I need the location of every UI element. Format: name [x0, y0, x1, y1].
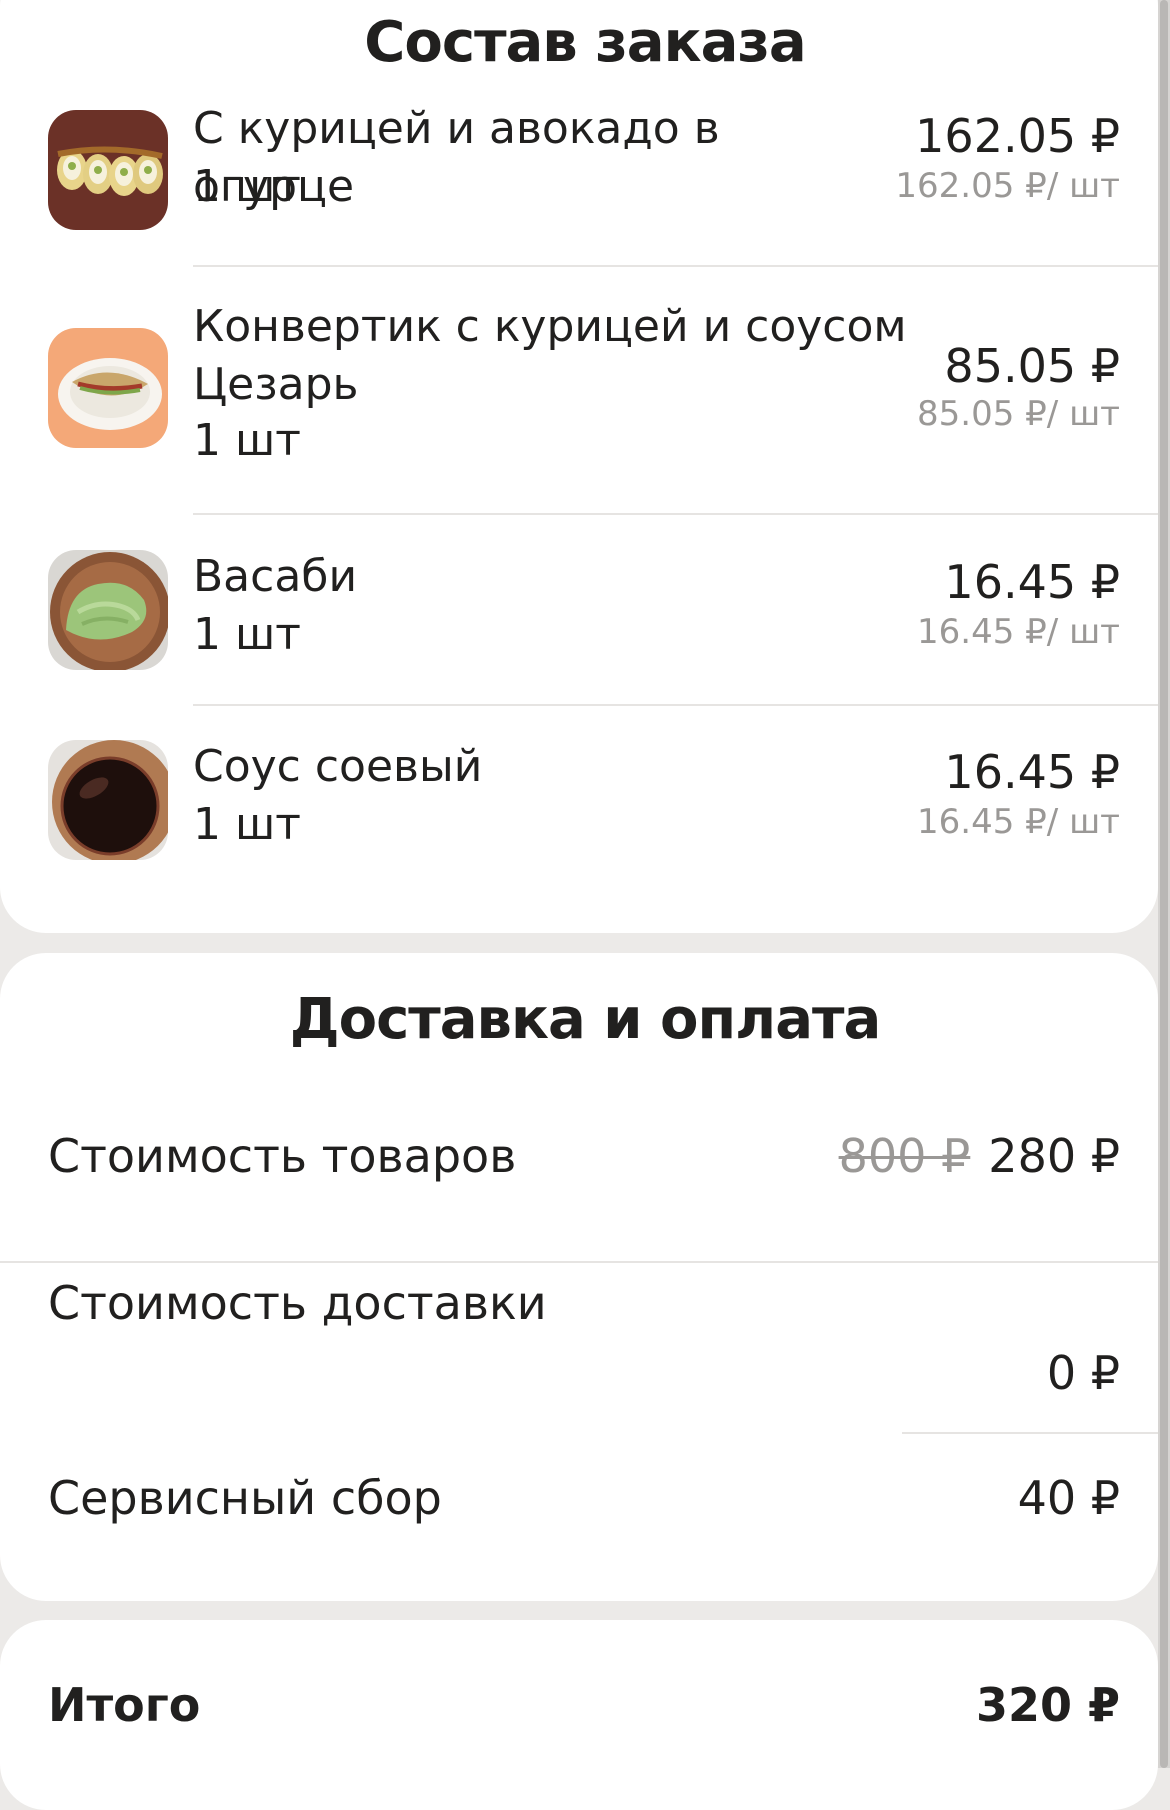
item-unit-price: 85.05 ₽/ шт	[917, 394, 1120, 434]
delivery-payment-title: Доставка и оплата	[289, 987, 881, 1052]
item-unit-price: 162.05 ₽/ шт	[895, 166, 1120, 206]
soy-sauce-bowl-image	[48, 740, 168, 860]
order-item[interactable]: С курицей и авокадо в огурце 1 шт 162.05…	[0, 103, 1158, 265]
item-total-price: 16.45 ₽	[944, 745, 1120, 799]
scrollbar[interactable]	[1158, 0, 1170, 1768]
goods-cost-new-price: 280 ₽	[988, 1129, 1120, 1183]
item-total-price: 85.05 ₽	[944, 339, 1120, 393]
order-item[interactable]: Соус соевый 1 шт 16.45 ₽ 16.45 ₽/ шт	[0, 740, 1158, 890]
scrollbar-thumb[interactable]	[1160, 0, 1168, 1768]
total-card: Итого 320 ₽	[0, 1620, 1158, 1810]
item-unit-price: 16.45 ₽/ шт	[917, 612, 1120, 652]
delivery-payment-card: Доставка и оплата Стоимость товаров 800 …	[0, 953, 1158, 1601]
order-item[interactable]: Васаби 1 шт 16.45 ₽ 16.45 ₽/ шт	[0, 550, 1158, 700]
item-name: Конвертик с курицей и соусом Цезарь	[193, 301, 907, 410]
service-fee-label: Сервисный сбор	[48, 1471, 442, 1525]
item-name: Соус соевый	[193, 741, 483, 792]
divider	[193, 265, 1158, 267]
item-quantity: 1 шт	[193, 415, 301, 466]
item-quantity: 1 шт	[193, 161, 301, 212]
order-composition-title: Состав заказа	[364, 10, 806, 75]
item-total-price: 16.45 ₽	[944, 555, 1120, 609]
service-fee-value: 40 ₽	[1017, 1471, 1120, 1525]
chicken-wrap-image	[48, 328, 168, 448]
sushi-roll-cucumber-image	[48, 110, 168, 230]
goods-cost-old-price: 800 ₽	[838, 1129, 971, 1183]
goods-cost-value: 800 ₽ 280 ₽	[839, 1126, 1120, 1186]
divider	[193, 513, 1158, 515]
delivery-cost-label: Стоимость доставки	[48, 1276, 547, 1330]
wasabi-bowl-image	[48, 550, 168, 670]
item-total-price: 162.05 ₽	[915, 109, 1120, 163]
divider	[193, 704, 1158, 706]
total-label: Итого	[48, 1678, 201, 1732]
delivery-cost-value: 0 ₽	[1046, 1346, 1120, 1400]
total-value: 320 ₽	[975, 1678, 1120, 1732]
goods-cost-label: Стоимость товаров	[48, 1129, 517, 1183]
item-quantity: 1 шт	[193, 609, 301, 660]
divider	[902, 1432, 1158, 1434]
divider	[0, 1261, 1158, 1263]
item-quantity: 1 шт	[193, 799, 301, 850]
order-composition-card: Состав заказа С курицей и авокадо в огур…	[0, 0, 1158, 933]
item-unit-price: 16.45 ₽/ шт	[917, 802, 1120, 842]
item-name: Васаби	[193, 551, 358, 602]
order-item[interactable]: Конвертик с курицей и соусом Цезарь 1 шт…	[0, 300, 1158, 510]
